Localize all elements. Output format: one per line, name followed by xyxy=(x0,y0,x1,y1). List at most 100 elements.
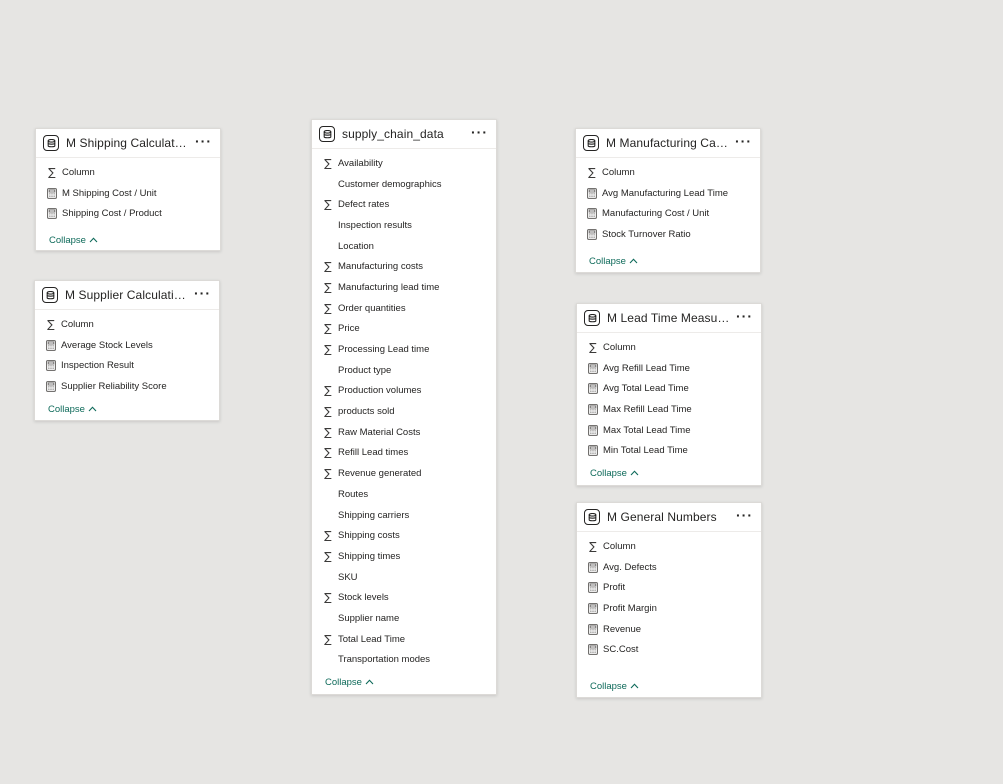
field-row[interactable]: Routes xyxy=(312,484,496,505)
field-row[interactable]: ∑ Production volumes xyxy=(312,381,496,402)
chevron-up-icon xyxy=(629,256,638,267)
field-row[interactable]: Customer demographics xyxy=(312,174,496,195)
field-row[interactable]: Shipping carriers xyxy=(312,505,496,526)
field-row[interactable]: Avg Total Lead Time xyxy=(577,378,761,399)
field-row[interactable]: ∑ Shipping times xyxy=(312,546,496,567)
field-row[interactable]: ∑ Column xyxy=(577,536,761,557)
card-header[interactable]: M General Numbers ··· xyxy=(577,503,761,532)
field-label: Product type xyxy=(338,364,392,376)
card-header[interactable]: M Lead Time Measures ··· xyxy=(577,304,761,333)
field-row[interactable]: Profit xyxy=(577,577,761,598)
collapse-button[interactable]: Collapse xyxy=(590,468,639,479)
table-card-supplier-calculations[interactable]: M Supplier Calculations ··· ∑ Column Avera… xyxy=(34,280,220,421)
field-row[interactable]: Revenue xyxy=(577,619,761,640)
card-header[interactable]: M Shipping Calculations ··· xyxy=(36,129,220,158)
field-row[interactable]: Location xyxy=(312,236,496,257)
field-list: ∑ Column Avg Manufacturing Lead Time Manufa… xyxy=(576,158,760,245)
field-row[interactable]: ∑ Total Lead Time xyxy=(312,629,496,650)
field-label: Defect rates xyxy=(338,199,390,211)
card-header[interactable]: M Manufacturing Calcu... ··· xyxy=(576,129,760,158)
field-label: Stock Turnover Ratio xyxy=(602,228,691,240)
field-row[interactable]: Profit Margin xyxy=(577,598,761,619)
field-row[interactable]: ∑ Column xyxy=(35,314,219,335)
field-row[interactable]: Supplier name xyxy=(312,608,496,629)
field-row[interactable]: ∑ Processing Lead time xyxy=(312,339,496,360)
field-list: ∑ Column Average Stock Levels Inspection Re… xyxy=(35,310,219,397)
sigma-icon: ∑ xyxy=(324,301,332,315)
field-row[interactable]: ∑ Shipping costs xyxy=(312,525,496,546)
more-options-icon[interactable]: ··· xyxy=(194,286,211,302)
collapse-button[interactable]: Collapse xyxy=(325,677,374,688)
calculator-icon xyxy=(587,623,599,635)
table-card-shipping-calculations[interactable]: M Shipping Calculations ··· ∑ Column M Shi… xyxy=(35,128,221,251)
more-options-icon[interactable]: ··· xyxy=(471,125,488,141)
collapse-label: Collapse xyxy=(590,468,627,479)
field-row[interactable]: Avg Manufacturing Lead Time xyxy=(576,183,760,204)
more-options-icon[interactable]: ··· xyxy=(736,508,753,524)
calculator-icon xyxy=(586,187,598,199)
field-row[interactable]: Inspection Result xyxy=(35,355,219,376)
field-list: ∑ Column Avg Refill Lead Time Avg Total Lea… xyxy=(577,333,761,461)
field-row[interactable]: ∑ Column xyxy=(36,162,220,183)
chevron-up-icon xyxy=(630,468,639,479)
field-row[interactable]: Max Refill Lead Time xyxy=(577,399,761,420)
field-row[interactable]: ∑ Price xyxy=(312,319,496,340)
field-row[interactable]: ∑ Refill Lead times xyxy=(312,443,496,464)
field-row[interactable]: ∑ Manufacturing costs xyxy=(312,256,496,277)
collapse-label: Collapse xyxy=(325,677,362,688)
card-header[interactable]: M Supplier Calculations ··· xyxy=(35,281,219,310)
field-row[interactable]: Max Total Lead Time xyxy=(577,420,761,441)
card-title: M Shipping Calculations xyxy=(66,136,189,150)
field-row[interactable]: ∑ Column xyxy=(577,337,761,358)
field-label: M Shipping Cost / Unit xyxy=(62,187,157,199)
collapse-button[interactable]: Collapse xyxy=(48,404,97,415)
field-label: SKU xyxy=(338,571,358,583)
field-row[interactable]: SKU xyxy=(312,567,496,588)
field-row[interactable]: M Shipping Cost / Unit xyxy=(36,183,220,204)
field-row[interactable]: Supplier Reliability Score xyxy=(35,376,219,397)
field-row[interactable]: ∑ Defect rates xyxy=(312,194,496,215)
calculator-icon xyxy=(587,403,599,415)
chevron-up-icon xyxy=(89,235,98,246)
field-row[interactable]: ∑ Raw Material Costs xyxy=(312,422,496,443)
field-row[interactable]: Shipping Cost / Product xyxy=(36,203,220,224)
field-label: Manufacturing costs xyxy=(338,261,424,273)
field-row[interactable]: Avg Refill Lead Time xyxy=(577,358,761,379)
field-row[interactable]: Avg. Defects xyxy=(577,557,761,578)
field-row[interactable]: Manufacturing Cost / Unit xyxy=(576,203,760,224)
field-label: Shipping times xyxy=(338,550,401,562)
field-row[interactable]: SC.Cost xyxy=(577,639,761,660)
table-card-supply-chain-data[interactable]: supply_chain_data ··· ∑ Availability Custo… xyxy=(311,119,497,695)
collapse-button[interactable]: Collapse xyxy=(589,256,638,267)
more-options-icon[interactable]: ··· xyxy=(736,309,753,325)
field-row[interactable]: Product type xyxy=(312,360,496,381)
field-row[interactable]: ∑ Column xyxy=(576,162,760,183)
field-row[interactable]: ∑ Manufacturing lead time xyxy=(312,277,496,298)
field-row[interactable]: Stock Turnover Ratio xyxy=(576,224,760,245)
field-row[interactable]: ∑ Availability xyxy=(312,153,496,174)
field-row[interactable]: ∑ Order quantities xyxy=(312,298,496,319)
field-label: Routes xyxy=(338,488,369,500)
table-card-general-numbers[interactable]: M General Numbers ··· ∑ Column Avg. Defect… xyxy=(576,502,762,698)
collapse-button[interactable]: Collapse xyxy=(590,681,639,692)
field-label: Avg. Defects xyxy=(603,561,657,573)
calculator-icon xyxy=(587,561,599,573)
sigma-icon: ∑ xyxy=(324,322,332,336)
field-row[interactable]: Transportation modes xyxy=(312,650,496,671)
more-options-icon[interactable]: ··· xyxy=(195,134,212,150)
field-row[interactable]: Average Stock Levels xyxy=(35,335,219,356)
field-label: Total Lead Time xyxy=(338,633,406,645)
chevron-up-icon xyxy=(88,404,97,415)
field-row[interactable]: Inspection results xyxy=(312,215,496,236)
calculator-icon xyxy=(586,208,598,220)
field-row[interactable]: ∑ Revenue generated xyxy=(312,463,496,484)
card-header[interactable]: supply_chain_data ··· xyxy=(312,120,496,149)
calculator-icon xyxy=(46,208,58,220)
more-options-icon[interactable]: ··· xyxy=(735,134,752,150)
field-row[interactable]: Min Total Lead Time xyxy=(577,440,761,461)
collapse-button[interactable]: Collapse xyxy=(49,235,98,246)
table-card-manufacturing-calculations[interactable]: M Manufacturing Calcu... ··· ∑ Column Avg … xyxy=(575,128,761,273)
field-row[interactable]: ∑ Stock levels xyxy=(312,587,496,608)
table-card-lead-time-measures[interactable]: M Lead Time Measures ··· ∑ Column Avg Refi… xyxy=(576,303,762,486)
field-row[interactable]: ∑ products sold xyxy=(312,401,496,422)
